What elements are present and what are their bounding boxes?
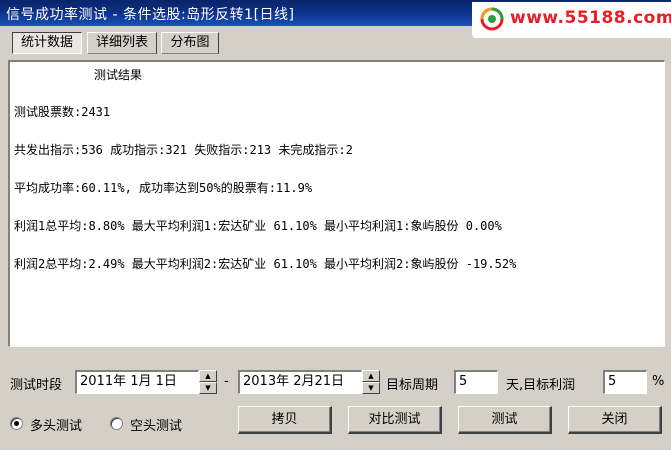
spin-down-icon[interactable]: ▼ [199,382,217,394]
tab-label: 详细列表 [95,35,148,50]
window-title: 信号成功率测试 - 条件选股:岛形反转1[日线] [6,7,295,23]
target-profit-label: 天,目标利润 [506,378,576,393]
tab-label: 统计数据 [20,35,73,50]
target-period-input[interactable]: 5 [454,370,498,394]
target-profit-input[interactable]: 5 [603,370,647,394]
result-line: 共发出指示:536 成功指示:321 失败指示:213 未完成指示:2 [14,143,353,157]
test-button[interactable]: 测试 [458,406,552,434]
result-line: 平均成功率:60.11%, 成功率达到50%的股票有:11.9% [14,181,313,195]
tab-detail-list[interactable]: 详细列表 [87,32,157,54]
compare-test-button[interactable]: 对比测试 [348,406,442,434]
site-logo: www.55188.com [472,2,671,38]
result-line: 利润1总平均:8.80% 最大平均利润1:宏达矿业 61.10% 最小平均利润1… [14,219,502,233]
target-period-label: 目标周期 [386,378,439,393]
result-line: 测试股票数:2431 [14,105,111,119]
tab-statistics[interactable]: 统计数据 [12,32,82,54]
results-panel[interactable]: 测试结果 测试股票数:2431 共发出指示:536 成功指示:321 失败指示:… [8,60,665,347]
results-heading: 测试结果 [94,68,143,82]
copy-button[interactable]: 拷贝 [238,406,332,434]
logo-swirl-icon [480,7,504,31]
period-label: 测试时段 [10,378,63,393]
start-date-spinner[interactable]: ▲ ▼ [199,370,217,394]
result-line: 利润2总平均:2.49% 最大平均利润2:宏达矿业 61.10% 最小平均利润2… [14,257,517,271]
spin-up-icon[interactable]: ▲ [199,370,217,382]
radio-checked-icon[interactable] [10,417,23,430]
tab-distribution[interactable]: 分布图 [161,32,219,54]
tab-label: 分布图 [170,35,210,50]
spin-up-icon[interactable]: ▲ [362,370,380,382]
close-button[interactable]: 关闭 [568,406,662,434]
radio-unchecked-icon[interactable] [110,417,123,430]
radio-label: 空头测试 [130,419,183,434]
date-separator: - [224,374,229,389]
spin-down-icon[interactable]: ▼ [362,382,380,394]
end-date-picker[interactable]: 2013年 2月21日 [238,370,362,394]
end-date-spinner[interactable]: ▲ ▼ [362,370,380,394]
logo-text: www.55188.com [510,8,671,28]
percent-sign: % [652,374,665,389]
start-date-picker[interactable]: 2011年 1月 1日 [75,370,199,394]
radio-label: 多头测试 [30,419,83,434]
